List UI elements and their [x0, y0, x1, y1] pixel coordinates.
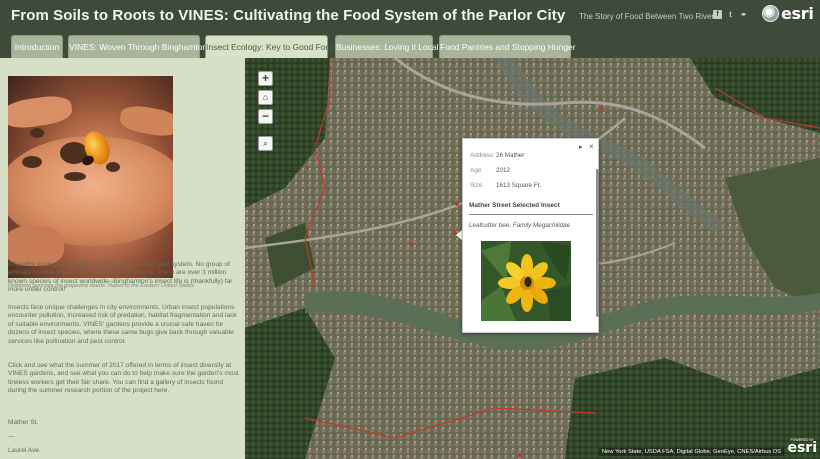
beetle-photo	[8, 76, 173, 278]
tab-vines[interactable]: VINES: Woven Through Binghamton	[68, 35, 207, 58]
popup-field-address: Address 26 Mather	[470, 152, 525, 159]
esri-logo-text: esri	[781, 4, 814, 23]
insect-photo	[481, 241, 571, 321]
link-icon[interactable]: ⚭	[739, 10, 748, 19]
zoom-in-button[interactable]: +	[258, 71, 273, 86]
paragraph-challenges: Insects face unique challenges in city e…	[8, 304, 237, 345]
story-title: From Soils to Roots to VINES: Cultivatin…	[11, 7, 566, 24]
popup-divider	[469, 214, 593, 215]
app-header: From Soils to Roots to VINES: Cultivatin…	[0, 0, 820, 33]
popup-field-age: Age 2012	[470, 167, 511, 174]
paragraph-intro: A healthy ecology is essential to a heal…	[8, 261, 233, 294]
tab-food-pantries[interactable]: Food Pantries and Stopping Hunger	[439, 35, 576, 58]
share-bar: f t ⚭	[713, 10, 748, 19]
esri-logo[interactable]: esri	[762, 4, 814, 23]
search-icon[interactable]: ⌕	[258, 136, 273, 151]
twitter-icon[interactable]: t	[726, 10, 735, 19]
story-subtitle: The Story of Food Between Two Rivers	[579, 12, 719, 21]
popup-title: Mather Street Selected Insect	[469, 202, 560, 209]
globe-icon	[762, 5, 779, 22]
list-item-laurel[interactable]: Laurel Ave.	[8, 447, 41, 454]
popup-scrollbar[interactable]	[596, 169, 599, 317]
map-esri-logo[interactable]: POWERED BY esri	[787, 438, 817, 455]
side-panel: Pelidnota punctata the grapevine beetle.…	[0, 58, 245, 459]
close-icon[interactable]: ×	[589, 142, 594, 151]
map-attribution: New York State, USDA FSA, Digital Globe,…	[598, 448, 784, 456]
popup-field-size: Size 1613 Square Ft.	[470, 182, 542, 189]
list-item-mather[interactable]: Mather St.	[8, 419, 38, 426]
next-feature-icon[interactable]: ▸	[579, 143, 583, 151]
paragraph-explore: Click and see what the summer of 2017 of…	[8, 362, 239, 395]
popup-description: Leafcutter bee, Family Megachilidae	[469, 222, 571, 229]
tab-businesses[interactable]: Businesses: Loving it Local	[335, 35, 439, 58]
feature-popup: ▸ × Address 26 Mather Age 2012 Size 1613 Sq…	[462, 138, 599, 333]
tab-introduction[interactable]: Introduction	[11, 35, 63, 58]
zoom-out-button[interactable]: −	[258, 109, 273, 124]
tab-bar: Introduction VINES: Woven Through Bingha…	[0, 33, 820, 58]
home-button[interactable]: ⌂	[258, 90, 273, 105]
list-separator: ---	[8, 433, 15, 440]
tab-insect-ecology[interactable]: Insect Ecology: Key to Good Food	[205, 35, 335, 58]
facebook-icon[interactable]: f	[713, 10, 722, 19]
